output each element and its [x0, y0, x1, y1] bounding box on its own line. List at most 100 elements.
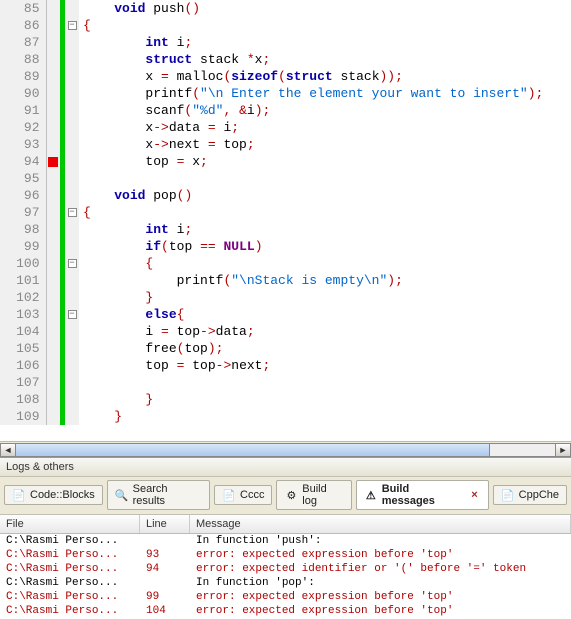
fold-gutter[interactable]: [65, 102, 79, 119]
code-line[interactable]: free(top);: [79, 340, 571, 357]
col-header-line[interactable]: Line: [140, 515, 190, 533]
code-line[interactable]: {: [79, 204, 571, 221]
fold-gutter[interactable]: [65, 391, 79, 408]
line-number: 99: [0, 238, 46, 255]
line-number: 109: [0, 408, 46, 425]
fold-gutter[interactable]: [65, 68, 79, 85]
code-line[interactable]: [79, 374, 571, 391]
fold-gutter[interactable]: [65, 289, 79, 306]
fold-gutter[interactable]: [65, 408, 79, 425]
code-line[interactable]: int i;: [79, 34, 571, 51]
col-header-file[interactable]: File: [0, 515, 140, 533]
code-line[interactable]: printf("\nStack is empty\n");: [79, 272, 571, 289]
line-number: 92: [0, 119, 46, 136]
code-line[interactable]: }: [79, 391, 571, 408]
fold-gutter[interactable]: −: [65, 255, 79, 272]
fold-gutter[interactable]: [65, 323, 79, 340]
fold-gutter[interactable]: [65, 153, 79, 170]
msg-file: C:\Rasmi Perso...: [0, 576, 140, 590]
message-row[interactable]: C:\Rasmi Perso...In function 'pop':: [0, 576, 571, 590]
fold-gutter[interactable]: −: [65, 204, 79, 221]
message-row[interactable]: C:\Rasmi Perso...94error: expected ident…: [0, 562, 571, 576]
marker-gutter: [46, 0, 60, 17]
code-line[interactable]: else{: [79, 306, 571, 323]
tab-cppcheck[interactable]: 📄 CppChe: [493, 485, 567, 505]
fold-gutter[interactable]: [65, 187, 79, 204]
fold-gutter[interactable]: [65, 85, 79, 102]
fold-gutter[interactable]: [65, 357, 79, 374]
scroll-thumb[interactable]: [16, 444, 490, 456]
msg-line: 94: [140, 562, 190, 576]
tab-build-log[interactable]: ⚙ Build log: [276, 480, 351, 510]
code-line[interactable]: {: [79, 255, 571, 272]
code-editor[interactable]: 85 void push()86−{87 int i;88 struct sta…: [0, 0, 571, 441]
marker-gutter: [46, 340, 60, 357]
fold-gutter[interactable]: [65, 340, 79, 357]
line-number: 90: [0, 85, 46, 102]
code-line[interactable]: [79, 170, 571, 187]
message-row[interactable]: C:\Rasmi Perso...99error: expected expre…: [0, 590, 571, 604]
code-line[interactable]: x = malloc(sizeof(struct stack));: [79, 68, 571, 85]
code-line[interactable]: struct stack *x;: [79, 51, 571, 68]
horizontal-scrollbar[interactable]: ◄ ►: [0, 441, 571, 457]
msg-line: [140, 534, 190, 548]
tab-cccc[interactable]: 📄 Cccc: [214, 485, 272, 505]
logs-tabs: 📄 Code::Blocks 🔍 Search results 📄 Cccc ⚙…: [0, 477, 571, 515]
fold-gutter[interactable]: −: [65, 17, 79, 34]
fold-gutter[interactable]: [65, 136, 79, 153]
fold-gutter[interactable]: [65, 119, 79, 136]
logs-panel-header: Logs & others: [0, 457, 571, 477]
fold-gutter[interactable]: [65, 272, 79, 289]
message-row[interactable]: C:\Rasmi Perso...104error: expected expr…: [0, 604, 571, 618]
col-header-message[interactable]: Message: [190, 515, 571, 533]
marker-gutter: [46, 289, 60, 306]
code-line[interactable]: }: [79, 289, 571, 306]
tab-label: Cccc: [240, 489, 264, 501]
fold-gutter[interactable]: [65, 34, 79, 51]
code-line[interactable]: x->next = top;: [79, 136, 571, 153]
scroll-left-arrow[interactable]: ◄: [0, 443, 16, 457]
code-line[interactable]: printf("\n Enter the element your want t…: [79, 85, 571, 102]
code-line[interactable]: top = x;: [79, 153, 571, 170]
scroll-track[interactable]: [16, 443, 555, 457]
marker-gutter: [46, 119, 60, 136]
tab-codeblocks[interactable]: 📄 Code::Blocks: [4, 485, 103, 505]
line-number: 96: [0, 187, 46, 204]
code-line[interactable]: {: [79, 17, 571, 34]
fold-gutter[interactable]: [65, 170, 79, 187]
code-line[interactable]: void push(): [79, 0, 571, 17]
msg-file: C:\Rasmi Perso...: [0, 604, 140, 618]
fold-gutter[interactable]: [65, 221, 79, 238]
marker-gutter: [46, 85, 60, 102]
scroll-right-arrow[interactable]: ►: [555, 443, 571, 457]
tab-label: Build log: [302, 483, 344, 507]
code-line[interactable]: if(top == NULL): [79, 238, 571, 255]
code-line[interactable]: void pop(): [79, 187, 571, 204]
line-number: 89: [0, 68, 46, 85]
fold-gutter[interactable]: [65, 238, 79, 255]
line-number: 108: [0, 391, 46, 408]
fold-gutter[interactable]: [65, 0, 79, 17]
close-icon[interactable]: ×: [468, 489, 480, 501]
code-line[interactable]: }: [79, 408, 571, 425]
line-number: 103: [0, 306, 46, 323]
code-line[interactable]: i = top->data;: [79, 323, 571, 340]
code-line[interactable]: x->data = i;: [79, 119, 571, 136]
fold-gutter[interactable]: [65, 51, 79, 68]
tab-search-results[interactable]: 🔍 Search results: [107, 480, 210, 510]
message-row[interactable]: C:\Rasmi Perso...In function 'push':: [0, 534, 571, 548]
msg-line: [140, 576, 190, 590]
line-number: 95: [0, 170, 46, 187]
line-number: 91: [0, 102, 46, 119]
marker-gutter: [46, 204, 60, 221]
message-row[interactable]: C:\Rasmi Perso...93error: expected expre…: [0, 548, 571, 562]
code-line[interactable]: scanf("%d", &i);: [79, 102, 571, 119]
code-line[interactable]: top = top->next;: [79, 357, 571, 374]
code-line[interactable]: int i;: [79, 221, 571, 238]
fold-gutter[interactable]: −: [65, 306, 79, 323]
tab-build-messages[interactable]: ⚠ Build messages ×: [356, 480, 489, 510]
gear-icon: ⚙: [284, 488, 298, 502]
msg-file: C:\Rasmi Perso...: [0, 548, 140, 562]
fold-gutter[interactable]: [65, 374, 79, 391]
msg-text: error: expected expression before 'top': [190, 590, 571, 604]
